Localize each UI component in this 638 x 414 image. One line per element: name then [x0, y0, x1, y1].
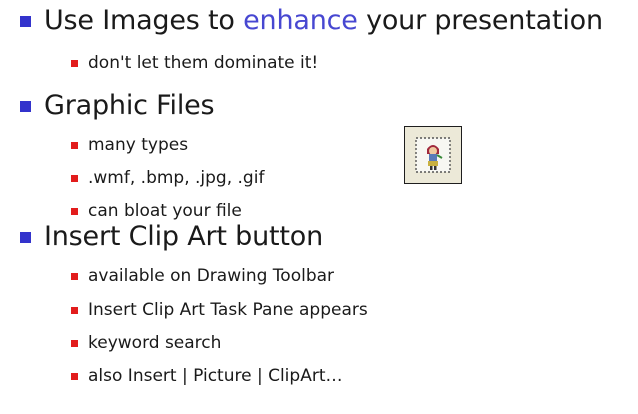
sub-bullet-text: also Insert | Picture | ClipArt…: [88, 366, 343, 386]
level1-bullet-marker: [20, 231, 31, 243]
bullet-text: Use Images to enhance your presentation: [44, 3, 603, 39]
level1-bullet-marker: [20, 15, 31, 27]
level2-bullet-marker: [71, 272, 78, 280]
bullet-text: Insert Clip Art button: [44, 221, 323, 252]
level2-bullet-marker: [71, 339, 78, 347]
sub-bullet-text: many types: [88, 135, 189, 155]
level2-bullet-marker: [71, 59, 78, 67]
level2-bullet-marker: [71, 141, 78, 149]
level2-bullet-marker: [71, 174, 78, 182]
bullet-text: Graphic Files: [44, 90, 215, 121]
slide: Use Images to enhance your presentation …: [0, 0, 638, 414]
insert-clip-art-button[interactable]: [404, 126, 462, 184]
sub-bullet-text: .wmf, .bmp, .jpg, .gif: [88, 168, 265, 188]
sub-bullet-text: keyword search: [88, 333, 222, 353]
bullet-text-suffix: your presentation: [357, 5, 603, 36]
level1-bullet-marker: [20, 100, 31, 112]
level2-bullet-marker: [71, 306, 78, 314]
sub-bullet-text: Insert Clip Art Task Pane appears: [88, 300, 368, 320]
sub-bullet-text: available on Drawing Toolbar: [88, 266, 335, 286]
bullet-text-accent: enhance: [243, 5, 358, 36]
level2-bullet-marker: [71, 207, 78, 215]
level2-bullet-marker: [71, 372, 78, 380]
insert-clip-art-icon: [415, 137, 451, 173]
sub-bullet-text: don't let them dominate it!: [88, 53, 319, 73]
bullet-text-prefix: Use Images to: [44, 5, 244, 36]
